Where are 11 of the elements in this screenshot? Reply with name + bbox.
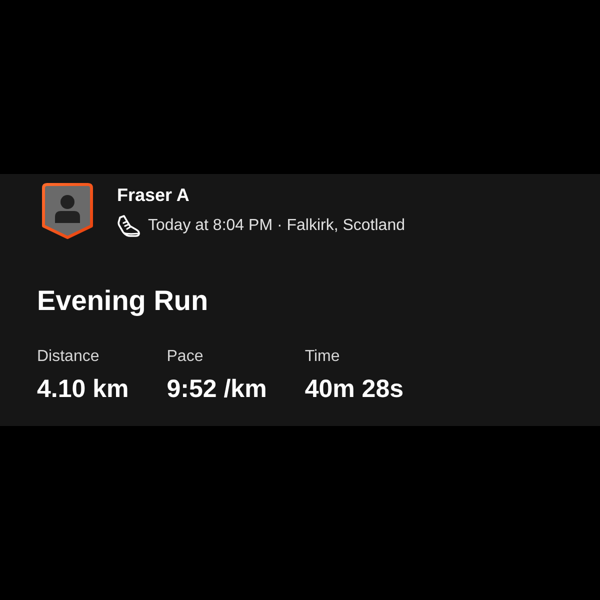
stat-value: 4.10 km <box>37 374 129 404</box>
stat-value: 40m 28s <box>304 374 404 404</box>
athlete-name[interactable]: Fraser A <box>117 184 405 206</box>
activity-title[interactable]: Evening Run <box>37 284 563 318</box>
stat-label: Distance <box>37 347 100 367</box>
activity-date-location: Today at 8:04 PM · Falkirk, Scotland <box>148 216 405 236</box>
stat-label: Pace <box>166 347 204 367</box>
stat-value: 9:52 /km <box>166 374 267 404</box>
avatar-silhouette-icon[interactable] <box>42 183 93 239</box>
stat-label: Time <box>304 347 341 367</box>
running-shoe-icon <box>117 214 141 238</box>
